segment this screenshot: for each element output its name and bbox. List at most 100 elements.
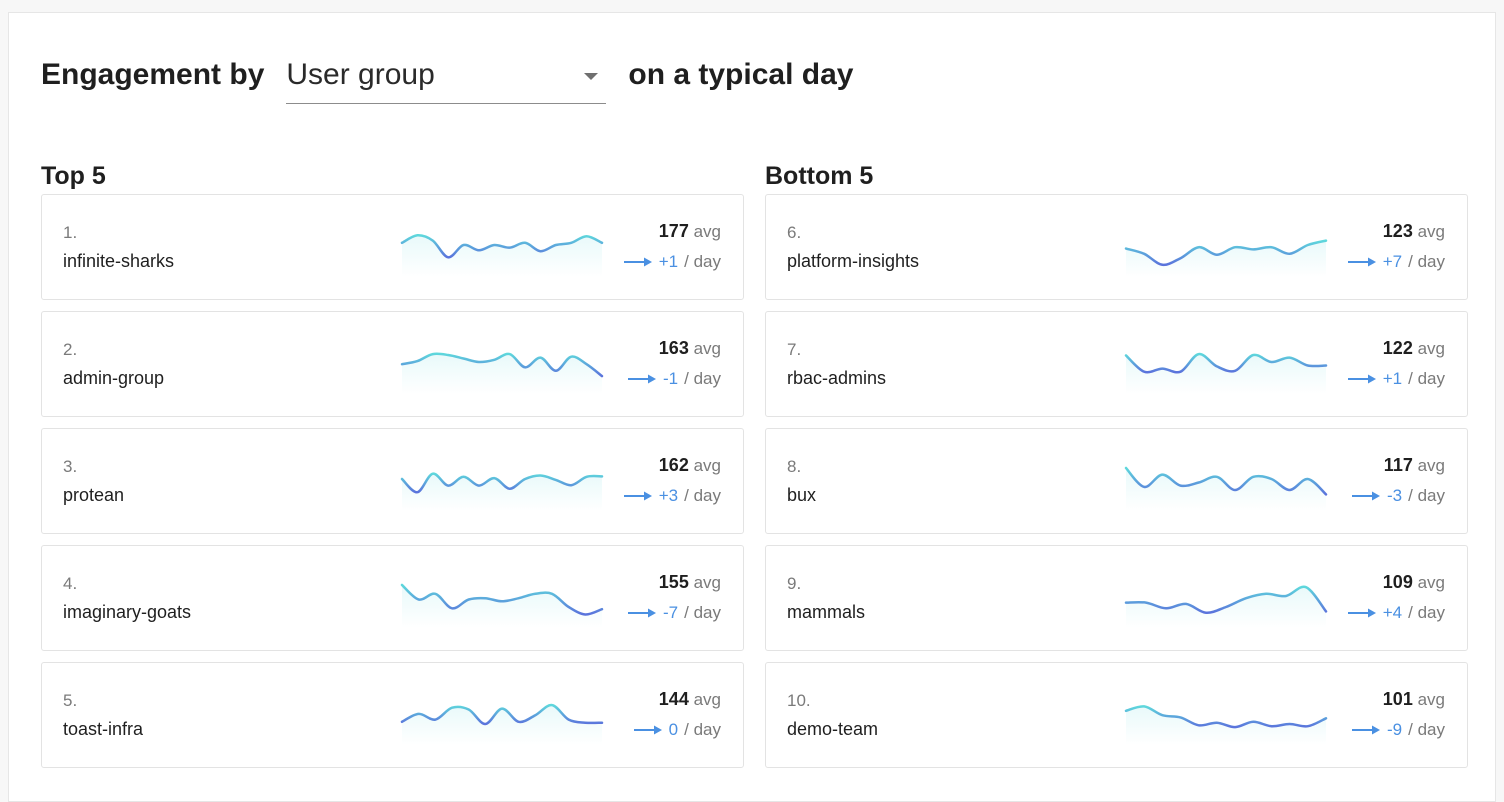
group-by-select[interactable]: User group xyxy=(286,53,607,104)
delta-unit: / day xyxy=(1408,252,1445,271)
delta-unit: / day xyxy=(684,369,721,388)
delta-metric: +4 / day xyxy=(1347,603,1445,623)
arrow-right-icon xyxy=(628,374,657,384)
sparkline-area xyxy=(402,353,602,394)
group-rank: 5. xyxy=(63,691,78,710)
group-rank: 8. xyxy=(787,457,802,476)
delta-unit: / day xyxy=(1408,486,1445,505)
avg-metric: 122 avg xyxy=(1383,338,1445,359)
delta-metric: +1 / day xyxy=(1347,369,1445,389)
arrow-right-icon xyxy=(628,608,657,618)
avg-value: 155 xyxy=(658,572,689,592)
top-5-list: 1. infinite-sharks 177 avg +1 / day 2. a… xyxy=(41,194,744,768)
group-name: rbac-admins xyxy=(787,368,887,388)
delta-unit: / day xyxy=(684,486,721,505)
group-rank: 10. xyxy=(787,691,811,710)
group-rank: 3. xyxy=(63,457,78,476)
engagement-panel: Engagement by User group on a typical da… xyxy=(8,12,1496,802)
delta-metric: +7 / day xyxy=(1347,252,1445,272)
avg-unit: avg xyxy=(693,690,721,709)
sparkline-area xyxy=(1126,240,1326,277)
group-card[interactable]: 10. demo-team 101 avg -9 / day xyxy=(765,662,1468,768)
delta-value: -1 xyxy=(663,369,679,388)
delta-metric: -3 / day xyxy=(1351,486,1445,506)
avg-unit: avg xyxy=(1417,339,1445,358)
avg-unit: avg xyxy=(1417,456,1445,475)
arrow-right-icon xyxy=(1347,257,1376,267)
delta-unit: / day xyxy=(1408,369,1445,388)
avg-metric: 117 avg xyxy=(1384,455,1445,476)
delta-unit: / day xyxy=(1408,603,1445,622)
top-5-column: Top 5 1. infinite-sharks 177 avg +1 / da… xyxy=(41,159,744,779)
delta-value: 0 xyxy=(668,720,679,739)
top-5-title: Top 5 xyxy=(41,162,106,190)
avg-unit: avg xyxy=(693,456,721,475)
bottom-5-title: Bottom 5 xyxy=(765,162,874,190)
avg-value: 122 xyxy=(1382,338,1413,358)
avg-metric: 101 avg xyxy=(1383,689,1445,710)
avg-value: 101 xyxy=(1382,689,1413,709)
arrow-right-icon xyxy=(623,257,652,267)
avg-metric: 162 avg xyxy=(659,455,721,476)
heading-prefix: Engagement by xyxy=(41,58,265,91)
group-card[interactable]: 3. protean 162 avg +3 / day xyxy=(41,428,744,534)
delta-metric: +3 / day xyxy=(623,486,721,506)
avg-unit: avg xyxy=(693,222,721,241)
delta-value: +1 xyxy=(1382,369,1403,388)
avg-unit: avg xyxy=(1417,573,1445,592)
sparkline-area xyxy=(402,585,602,628)
group-card[interactable]: 9. mammals 109 avg +4 / day xyxy=(765,545,1468,651)
sparkline-area xyxy=(1126,468,1326,511)
group-rank: 9. xyxy=(787,574,802,593)
sparkline-chart xyxy=(1124,585,1328,628)
group-rank: 7. xyxy=(787,340,802,359)
sparkline-chart xyxy=(1124,352,1328,394)
group-card[interactable]: 1. infinite-sharks 177 avg +1 / day xyxy=(41,194,744,300)
arrow-right-icon xyxy=(633,725,662,735)
sparkline-area xyxy=(402,473,602,511)
arrow-right-icon xyxy=(1347,374,1376,384)
heading-suffix: on a typical day xyxy=(628,58,854,91)
group-name: infinite-sharks xyxy=(63,251,175,271)
bottom-5-list: 6. platform-insights 123 avg +7 / day 7.… xyxy=(765,194,1468,768)
avg-value: 163 xyxy=(658,338,689,358)
avg-value: 177 xyxy=(658,221,689,241)
group-card[interactable]: 4. imaginary-goats 155 avg -7 / day xyxy=(41,545,744,651)
delta-metric: -7 / day xyxy=(627,603,721,623)
group-rank: 6. xyxy=(787,223,802,242)
sparkline-chart xyxy=(400,583,604,628)
group-card[interactable]: 7. rbac-admins 122 avg +1 / day xyxy=(765,311,1468,417)
group-card[interactable]: 5. toast-infra 144 avg 0 / day xyxy=(41,662,744,768)
group-card[interactable]: 6. platform-insights 123 avg +7 / day xyxy=(765,194,1468,300)
arrow-right-icon xyxy=(1347,608,1376,618)
avg-unit: avg xyxy=(1417,222,1445,241)
group-name: admin-group xyxy=(63,368,165,388)
group-name: mammals xyxy=(787,602,866,622)
group-rank: 2. xyxy=(63,340,78,359)
avg-unit: avg xyxy=(1417,690,1445,709)
group-card[interactable]: 8. bux 117 avg -3 / day xyxy=(765,428,1468,534)
delta-value: +3 xyxy=(658,486,679,505)
group-name: toast-infra xyxy=(63,719,144,739)
delta-unit: / day xyxy=(684,252,721,271)
group-card[interactable]: 2. admin-group 163 avg -1 / day xyxy=(41,311,744,417)
arrow-right-icon xyxy=(1352,491,1381,501)
avg-value: 123 xyxy=(1382,221,1413,241)
avg-value: 144 xyxy=(658,689,689,709)
sparkline-chart xyxy=(400,472,604,511)
avg-unit: avg xyxy=(693,573,721,592)
engagement-heading: Engagement by User group on a typical da… xyxy=(41,53,853,117)
avg-metric: 109 avg xyxy=(1383,572,1445,593)
group-rank: 4. xyxy=(63,574,78,593)
avg-metric: 144 avg xyxy=(659,689,721,710)
group-name: imaginary-goats xyxy=(63,602,192,622)
delta-value: -9 xyxy=(1387,720,1403,739)
avg-metric: 155 avg xyxy=(659,572,721,593)
avg-value: 117 xyxy=(1383,455,1413,475)
avg-metric: 123 avg xyxy=(1383,221,1445,242)
sparkline-chart xyxy=(400,234,604,277)
delta-value: -3 xyxy=(1387,486,1403,505)
group-name: demo-team xyxy=(787,719,879,739)
delta-value: +4 xyxy=(1382,603,1403,622)
group-rank: 1. xyxy=(63,223,78,242)
